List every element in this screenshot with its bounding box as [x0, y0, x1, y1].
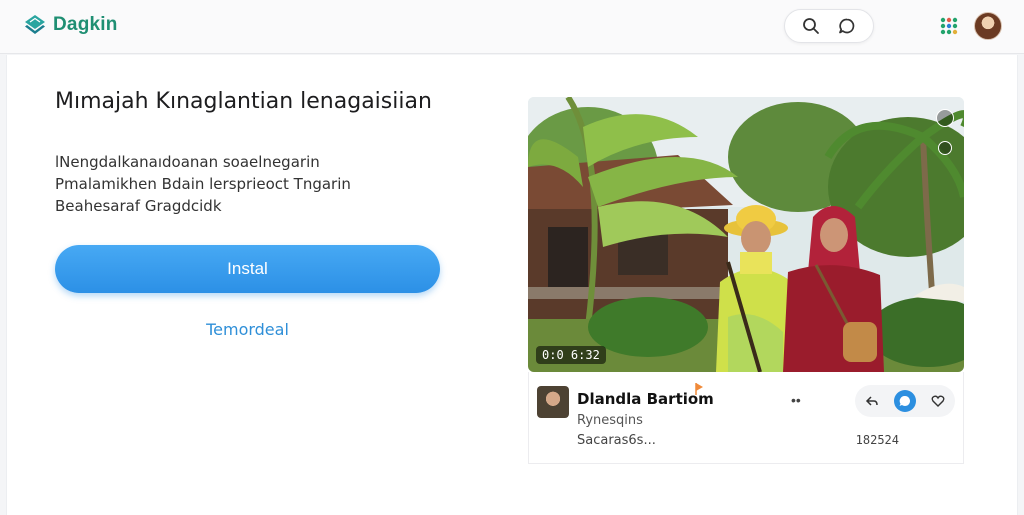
description-line: Pmalamikhen Bdain lersprieoct Tngarin — [55, 175, 351, 193]
post-footer: Dlandla Bartiom •• Rynesqins Sacaras6s..… — [528, 372, 964, 464]
media-preview[interactable]: 0:0 6:32 — [528, 97, 964, 372]
expand-icon[interactable] — [936, 109, 954, 127]
media-duration-badge: 0:0 6:32 — [536, 346, 606, 364]
search-icon[interactable] — [801, 16, 821, 36]
photo-illustration — [528, 97, 964, 372]
description: lNengdalkanaıdoanan soaelnegarin Pmalami… — [55, 151, 475, 217]
apps-grid-icon[interactable] — [938, 15, 960, 37]
brand[interactable]: Dagkin — [24, 14, 118, 36]
heart-icon[interactable] — [927, 390, 949, 412]
post-subtitle: Rynesqins — [577, 413, 643, 428]
description-line: Beahesaraf Gragdcidk — [55, 197, 222, 215]
options-dot-icon[interactable] — [938, 141, 952, 155]
description-line: lNengdalkanaıdoanan soaelnegarin — [55, 153, 320, 171]
more-options[interactable]: •• — [791, 392, 801, 408]
flag-icon — [695, 383, 703, 395]
post-actions — [855, 385, 955, 417]
chat-bubble-icon[interactable] — [837, 16, 857, 36]
install-button[interactable]: Instal — [55, 245, 440, 293]
reply-icon[interactable] — [861, 390, 883, 412]
comment-icon[interactable] — [893, 390, 916, 412]
secondary-link[interactable]: Temordeal — [55, 320, 440, 339]
post-avatar[interactable] — [537, 386, 569, 418]
user-avatar[interactable] — [974, 12, 1002, 40]
brand-name: Dagkin — [53, 14, 118, 35]
page-title: Mımajah Kınaglantian lenagaisiian — [55, 89, 432, 114]
brand-logo-icon — [25, 15, 45, 34]
top-actions-pill — [784, 9, 874, 43]
post-count: 182524 — [855, 433, 899, 447]
post-meta: Sacaras6s... — [577, 433, 656, 448]
top-navigation-bar: Dagkin — [0, 0, 1024, 54]
